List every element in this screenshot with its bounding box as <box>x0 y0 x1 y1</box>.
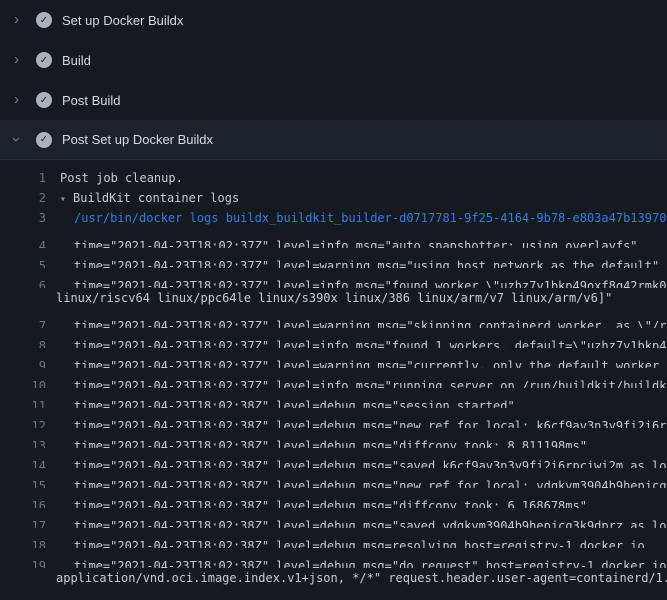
line-number[interactable]: 5 <box>0 256 46 268</box>
log-line: 16 ▾ time="2021-04-23T18:02:38Z" level=d… <box>0 488 667 508</box>
log-text: time="2021-04-23T18:02:38Z" level=debug … <box>74 536 645 548</box>
chevron-glyph: › <box>14 12 19 27</box>
check-circle-icon: ✓ <box>36 12 52 28</box>
check-glyph: ✓ <box>40 95 48 106</box>
log-text: linux/riscv64 linux/ppc64le linux/s390x … <box>56 288 612 308</box>
log-line: 6 ▾ time="2021-04-23T18:02:37Z" level=in… <box>0 268 667 288</box>
chevron-icon: › <box>14 13 36 28</box>
chevron-icon: › <box>14 93 36 108</box>
section-label: Post Set up Docker Buildx <box>62 132 213 147</box>
line-number[interactable]: 20 <box>0 596 46 600</box>
log-text: Post job cleanup. <box>60 168 183 188</box>
line-number[interactable]: 14 <box>0 456 46 468</box>
log-text: time="2021-04-23T18:02:38Z" level=debug … <box>74 496 587 508</box>
log-text: time="2021-04-23T18:02:38Z" level=debug … <box>74 556 667 568</box>
log-line: 8 ▾ time="2021-04-23T18:02:37Z" level=in… <box>0 328 667 348</box>
line-number[interactable]: 10 <box>0 376 46 388</box>
log-text: time="2021-04-23T18:02:38Z" level=debug … <box>74 436 587 448</box>
log-line: 7 ▾ time="2021-04-23T18:02:37Z" level=wa… <box>0 308 667 328</box>
log-text: time="2021-04-23T18:02:37Z" level=info m… <box>74 276 667 288</box>
line-number[interactable]: 18 <box>0 536 46 548</box>
chevron-glyph: › <box>9 137 24 142</box>
log-text: time="2021-04-23T18:02:37Z" level=info m… <box>74 376 667 388</box>
log-line: 4 ▾ time="2021-04-23T18:02:37Z" level=in… <box>0 228 667 248</box>
log-line: 11 ▾ time="2021-04-23T18:02:38Z" level=d… <box>0 388 667 408</box>
line-number[interactable]: 16 <box>0 496 46 508</box>
log-line: 19 ▾ time="2021-04-23T18:02:38Z" level=d… <box>0 548 667 568</box>
check-circle-icon: ✓ <box>36 92 52 108</box>
line-number[interactable]: 7 <box>0 316 46 328</box>
log-text: time="2021-04-23T18:02:38Z" level=debug … <box>74 416 667 428</box>
log-line: 9 ▾ time="2021-04-23T18:02:37Z" level=wa… <box>0 348 667 368</box>
section-label: Post Build <box>62 93 121 108</box>
chevron-icon: › <box>14 132 36 147</box>
log-line: ▾ application/vnd.oci.image.index.v1+jso… <box>0 568 667 588</box>
log-text: BuildKit container logs <box>73 188 239 208</box>
check-circle-icon: ✓ <box>36 52 52 68</box>
log-output: 1 ▾ Post job cleanup. 2 ▾ BuildKit conta… <box>0 160 667 600</box>
line-number[interactable]: 12 <box>0 416 46 428</box>
log-line: 5 ▾ time="2021-04-23T18:02:37Z" level=wa… <box>0 248 667 268</box>
line-number[interactable]: 2 <box>0 188 46 208</box>
line-number[interactable]: 17 <box>0 516 46 528</box>
line-number[interactable]: 9 <box>0 356 46 368</box>
chevron-icon: › <box>14 53 36 68</box>
check-glyph: ✓ <box>40 55 48 66</box>
section-label: Build <box>62 53 91 68</box>
check-circle-icon: ✓ <box>36 132 52 148</box>
line-number[interactable]: 8 <box>0 336 46 348</box>
log-text: time="2021-04-23T18:02:38Z" level=debug … <box>74 476 667 488</box>
line-number[interactable]: 19 <box>0 556 46 568</box>
log-text: time="2021-04-23T18:02:38Z" level=debug … <box>74 596 667 600</box>
log-line: 1 ▾ Post job cleanup. <box>0 168 667 188</box>
log-line: 13 ▾ time="2021-04-23T18:02:38Z" level=d… <box>0 428 667 448</box>
line-number[interactable]: 11 <box>0 396 46 408</box>
step-section-list: › ✓ Set up Docker Buildx › ✓ Build › ✓ P… <box>0 0 667 160</box>
log-text: time="2021-04-23T18:02:38Z" level=debug … <box>74 396 515 408</box>
log-text: /usr/bin/docker logs buildx_buildkit_bui… <box>74 208 666 228</box>
line-number[interactable]: 1 <box>0 168 46 188</box>
log-text: time="2021-04-23T18:02:37Z" level=warnin… <box>74 356 667 368</box>
chevron-glyph: › <box>14 52 19 67</box>
log-line: 2 ▾ BuildKit container logs <box>0 188 667 208</box>
line-number[interactable]: 4 <box>0 236 46 248</box>
step-section-header[interactable]: › ✓ Build <box>0 40 667 80</box>
log-text: application/vnd.oci.image.index.v1+json,… <box>56 568 667 588</box>
log-line: 20 ▾ time="2021-04-23T18:02:38Z" level=d… <box>0 588 667 600</box>
step-section-header[interactable]: › ✓ Post Build <box>0 80 667 120</box>
line-number[interactable]: 3 <box>0 208 46 228</box>
step-section-header[interactable]: › ✓ Post Set up Docker Buildx <box>0 120 667 160</box>
log-line: 10 ▾ time="2021-04-23T18:02:37Z" level=i… <box>0 368 667 388</box>
log-text: time="2021-04-23T18:02:37Z" level=info m… <box>74 236 638 248</box>
section-label: Set up Docker Buildx <box>62 13 183 28</box>
log-line: 12 ▾ time="2021-04-23T18:02:38Z" level=d… <box>0 408 667 428</box>
log-text: time="2021-04-23T18:02:38Z" level=debug … <box>74 456 667 468</box>
log-text: time="2021-04-23T18:02:37Z" level=warnin… <box>74 316 667 328</box>
group-caret-icon[interactable]: ▾ <box>60 190 66 208</box>
log-line: 18 ▾ time="2021-04-23T18:02:38Z" level=d… <box>0 528 667 548</box>
chevron-glyph: › <box>14 92 19 107</box>
line-number[interactable]: 13 <box>0 436 46 448</box>
log-line: ▾ linux/riscv64 linux/ppc64le linux/s390… <box>0 288 667 308</box>
step-section-header[interactable]: › ✓ Set up Docker Buildx <box>0 0 667 40</box>
check-glyph: ✓ <box>40 15 48 26</box>
log-text: time="2021-04-23T18:02:37Z" level=info m… <box>74 336 667 348</box>
log-line: 3 ▾ /usr/bin/docker logs buildx_buildkit… <box>0 208 667 228</box>
line-number[interactable]: 15 <box>0 476 46 488</box>
log-text: time="2021-04-23T18:02:37Z" level=warnin… <box>74 256 659 268</box>
check-glyph: ✓ <box>40 134 48 145</box>
log-line: 15 ▾ time="2021-04-23T18:02:38Z" level=d… <box>0 468 667 488</box>
log-line: 17 ▾ time="2021-04-23T18:02:38Z" level=d… <box>0 508 667 528</box>
job-log-panel: › ✓ Set up Docker Buildx › ✓ Build › ✓ P… <box>0 0 667 600</box>
line-number[interactable]: 6 <box>0 276 46 288</box>
log-text: time="2021-04-23T18:02:38Z" level=debug … <box>74 516 667 528</box>
log-line: 14 ▾ time="2021-04-23T18:02:38Z" level=d… <box>0 448 667 468</box>
